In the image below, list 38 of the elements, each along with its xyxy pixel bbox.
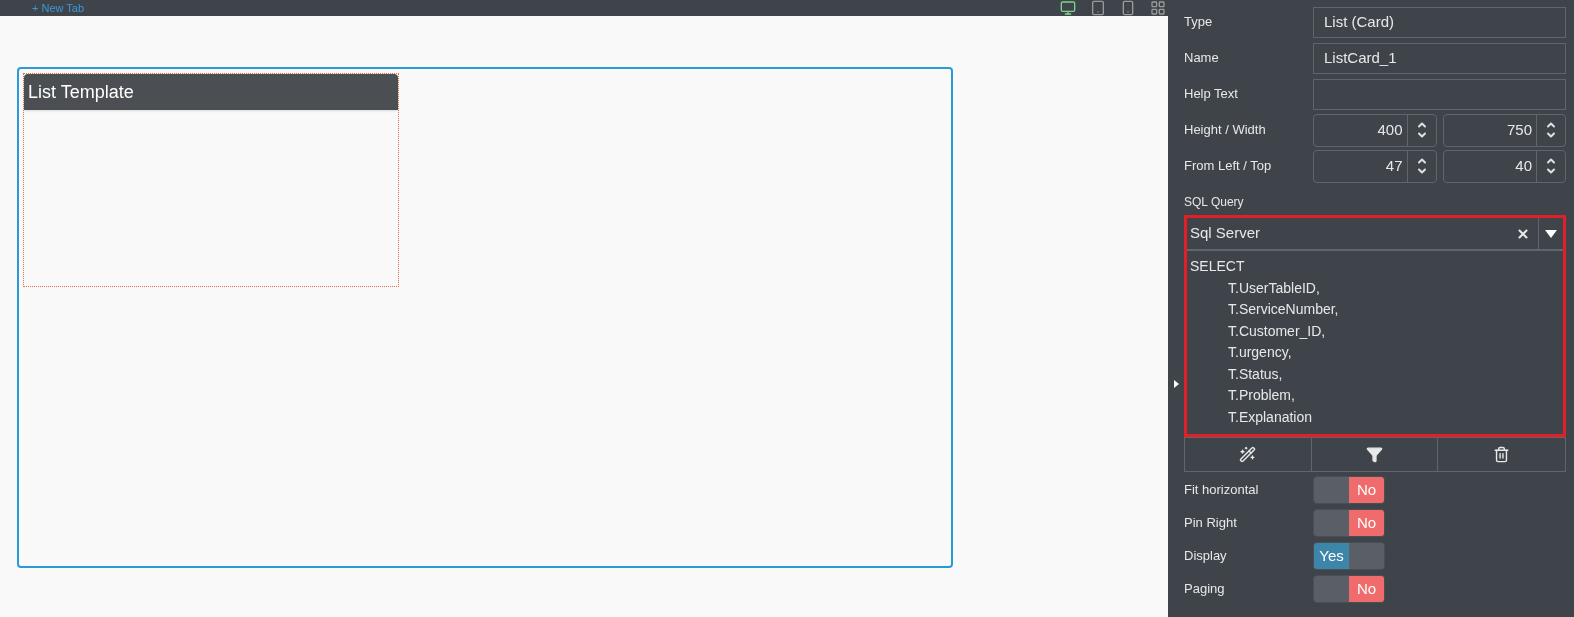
text-field[interactable] [1313,78,1566,110]
text-field[interactable]: ListCard_1 [1313,42,1566,74]
sql-label: SQL Query [1184,194,1245,211]
filter-icon [1366,446,1383,463]
sql-column: T.ServiceNumber, [1190,299,1560,321]
field-label: Height / Width [1184,121,1267,140]
card-title: List Template [24,74,398,110]
trash-icon [1493,446,1511,463]
toggle-label: Display [1184,547,1228,566]
toggle-switch[interactable]: Yes [1313,542,1385,570]
text-field[interactable]: List (Card) [1313,6,1566,38]
number-field[interactable]: 400 [1313,113,1437,147]
phone-icon[interactable] [1120,0,1136,16]
toggle-label: Pin Right [1184,514,1238,533]
monitor-icon[interactable] [1060,0,1076,16]
sql-column: T.Customer_ID, [1190,320,1560,342]
sql-column: T.Explanation [1190,406,1560,428]
sql-column: T.UserTableID, [1190,277,1560,299]
tablet-icon[interactable] [1090,0,1106,16]
grid-icon[interactable] [1150,0,1166,16]
clear-icon[interactable] [1516,226,1530,241]
expand-arrow-icon[interactable] [1173,379,1179,388]
field-label: Help Text [1184,85,1239,104]
sql-column: T.Problem, [1190,385,1560,407]
field-label: Name [1184,49,1220,68]
field-label: Type [1184,13,1214,32]
number-field[interactable]: 750 [1442,113,1566,147]
toggle-label: Paging [1184,580,1226,599]
sql-column: T.Status, [1190,363,1560,385]
magic-wand-icon [1239,446,1257,463]
dialect-select[interactable]: Sql Server [1187,218,1563,251]
sql-column: T.urgency, [1190,342,1560,364]
dropdown-caret-icon[interactable] [1545,229,1557,238]
field-label: From Left / Top [1184,157,1273,176]
sql-keyword: SELECT [1190,257,1246,276]
number-field[interactable]: 40 [1442,149,1566,183]
number-field[interactable]: 47 [1313,149,1437,183]
toggle-label: Fit horizontal [1184,481,1260,500]
